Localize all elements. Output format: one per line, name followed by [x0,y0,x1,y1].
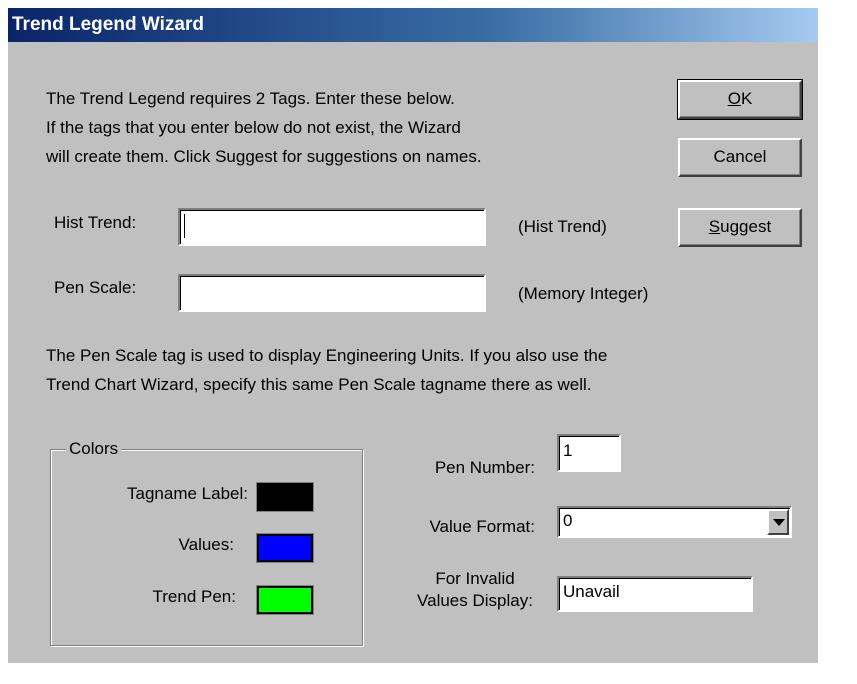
invalid-values-label: For Invalid Values Display: [405,568,545,612]
window-title: Trend Legend Wizard [8,8,818,42]
invalid-values-label-line-2: Values Display: [417,591,533,610]
suggest-button-label: Suggest [708,217,772,236]
pen-scale-input[interactable] [178,274,486,312]
invalid-values-display-input[interactable]: Unavail [557,576,753,612]
colors-group-title: Colors [66,439,122,459]
intro-line-3: will create them. Click Suggest for sugg… [46,147,482,166]
invalid-values-display-value: Unavail [563,582,620,601]
hist-trend-type: (Hist Trend) [518,217,607,236]
intro-line-1: The Trend Legend requires 2 Tags. Enter … [46,89,455,108]
pen-scale-type: (Memory Integer) [518,284,649,303]
trend-pen-color-swatch[interactable] [256,585,314,615]
trend-pen-color-label: Trend Pen: [152,587,236,606]
values-color-swatch[interactable] [256,533,314,563]
suggest-button[interactable]: Suggest [678,208,802,247]
ok-button[interactable]: OK [677,79,803,120]
text-caret [184,213,185,238]
chevron-down-icon [773,519,785,526]
note-line-2: Trend Chart Wizard, specify this same Pe… [46,375,592,394]
note-line-1: The Pen Scale tag is used to display Eng… [46,346,608,365]
pen-number-label: Pen Number: [434,458,535,477]
intro-text: The Trend Legend requires 2 Tags. Enter … [46,84,482,171]
value-format-label: Value Format: [429,517,535,536]
value-format-select[interactable]: 0 [557,506,792,538]
pen-scale-label: Pen Scale: [54,278,137,297]
invalid-values-label-line-1: For Invalid [435,569,515,588]
hist-trend-label: Hist Trend: [54,213,137,232]
hist-trend-input[interactable] [178,208,486,246]
intro-line-2: If the tags that you enter below do not … [46,118,461,137]
tagname-label-color-label: Tagname Label: [127,484,248,503]
values-color-label: Values: [178,535,234,554]
tagname-label-color-swatch[interactable] [256,482,314,512]
value-format-dropdown-button[interactable] [767,509,789,535]
cancel-button[interactable]: Cancel [678,138,802,177]
pen-number-value: 1 [563,441,573,460]
cancel-button-label: Cancel [713,147,767,166]
trend-legend-wizard-dialog: Trend Legend Wizard The Trend Legend req… [8,8,818,663]
value-format-value: 0 [563,511,573,530]
pen-number-input[interactable]: 1 [557,434,621,472]
ok-button-label: OK [727,89,753,108]
